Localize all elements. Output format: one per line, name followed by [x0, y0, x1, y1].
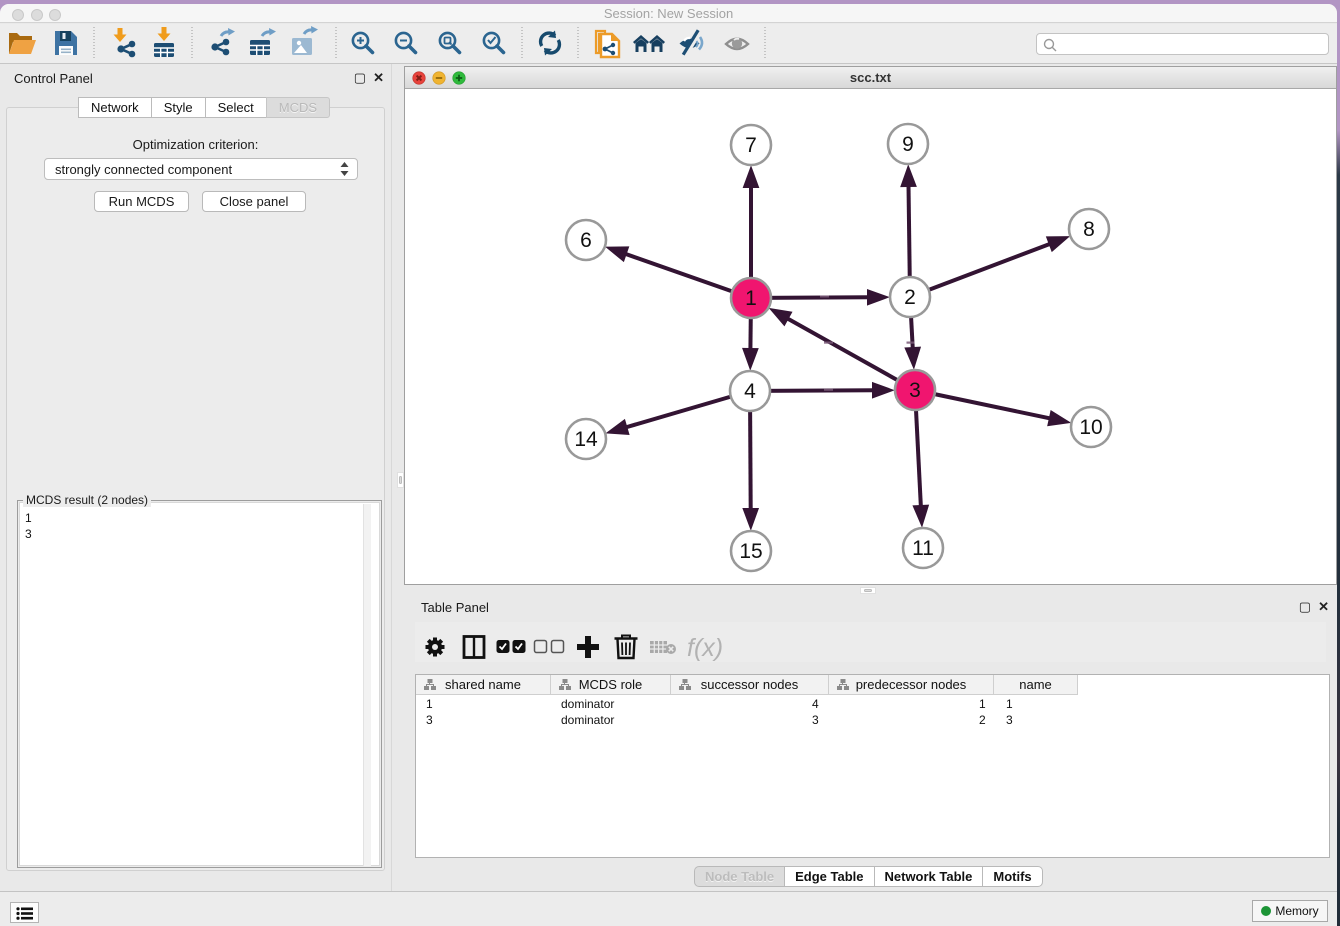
svg-text:3: 3 — [909, 379, 921, 402]
svg-text:10: 10 — [1079, 416, 1102, 439]
svg-text:8: 8 — [1083, 218, 1095, 241]
svg-text:6: 6 — [580, 229, 592, 252]
svg-text:14: 14 — [574, 428, 598, 451]
svg-text:9: 9 — [902, 133, 914, 156]
svg-text:15: 15 — [739, 540, 762, 563]
svg-text:4: 4 — [744, 380, 756, 403]
svg-text:11: 11 — [912, 537, 934, 560]
svg-text:1: 1 — [745, 287, 757, 310]
svg-text:f(x): f(x) — [687, 634, 723, 662]
svg-text:7: 7 — [745, 134, 757, 157]
svg-text:2: 2 — [904, 286, 916, 309]
